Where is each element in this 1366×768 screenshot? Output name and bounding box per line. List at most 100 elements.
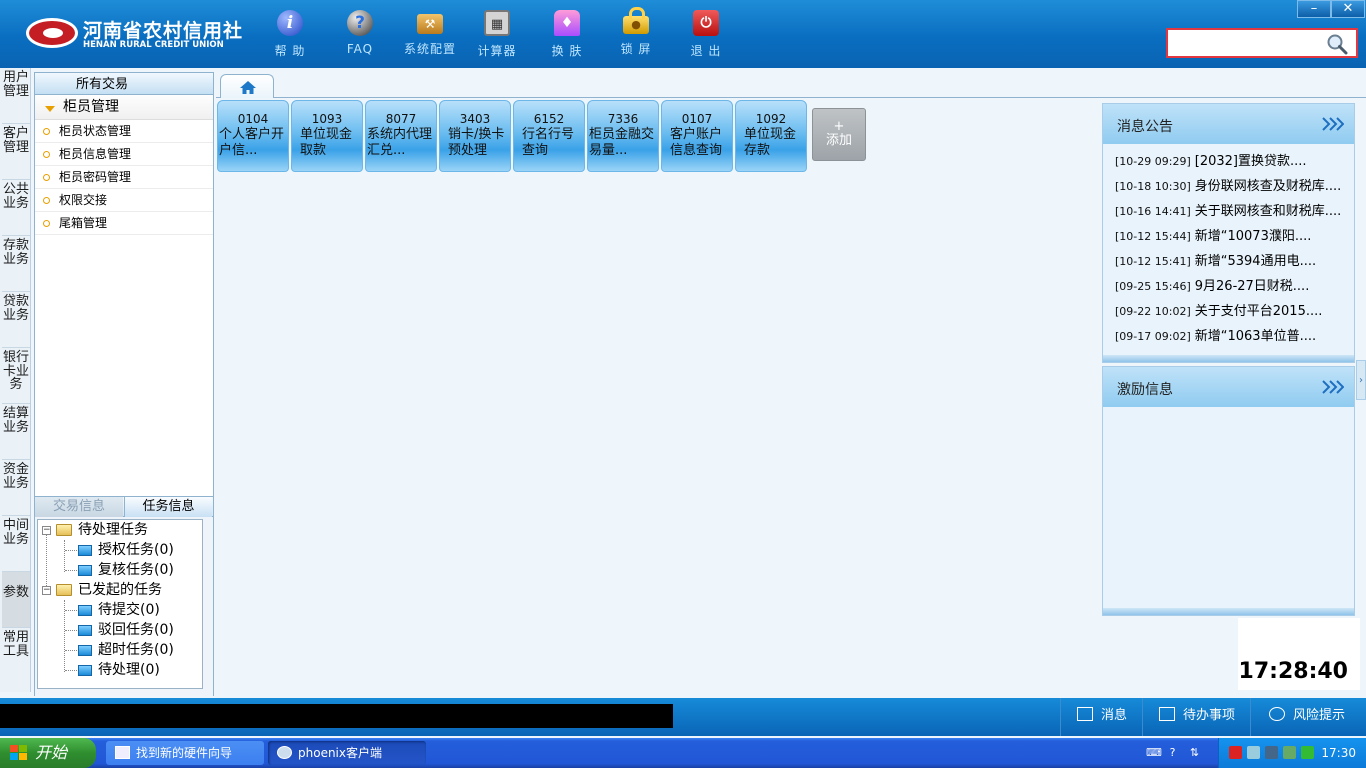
vnav-label: 公共业务 bbox=[2, 182, 29, 211]
vertical-category-nav: 用户管理 客户管理 公共业务 存款业务 贷款业务 银行卡业务 结算业务 资金业务… bbox=[0, 68, 31, 692]
system-config-label: 系统配置 bbox=[403, 42, 456, 56]
tree-node-initiated-tasks[interactable]: 已发起的任务 bbox=[78, 580, 162, 600]
messages-button[interactable]: 消息 bbox=[1060, 698, 1142, 736]
news-panel-title: 消息公告 bbox=[1117, 119, 1173, 135]
change-skin-button[interactable]: ♦ 换 肤 bbox=[535, 8, 599, 60]
news-time: [10-18 10:30] bbox=[1115, 180, 1191, 193]
tile-0104[interactable]: 0104 个人客户开户信... bbox=[217, 100, 289, 172]
system-config-button[interactable]: ⚒ 系统配置 bbox=[398, 8, 462, 60]
status-message-area bbox=[0, 704, 673, 728]
vnav-label: 资金业务 bbox=[2, 462, 29, 491]
taskbar-item-hardware-wizard[interactable]: 找到新的硬件向导 bbox=[106, 741, 264, 765]
lock-screen-label: 锁 屏 bbox=[620, 42, 652, 56]
tab-transaction-info[interactable]: 交易信息 bbox=[35, 497, 123, 517]
tile-8077[interactable]: 8077 系统内代理汇兑... bbox=[365, 100, 437, 172]
help-button[interactable]: i 帮 助 bbox=[258, 8, 322, 60]
search-input[interactable] bbox=[1170, 32, 1320, 54]
menu-item-permission-handover[interactable]: 权限交接 bbox=[35, 189, 213, 212]
home-icon bbox=[240, 81, 256, 94]
news-text: 新增“1063单位普.... bbox=[1194, 329, 1317, 344]
workspace-tab-strip bbox=[216, 72, 1366, 98]
app-tray-icon[interactable] bbox=[1301, 746, 1314, 759]
tab-home[interactable] bbox=[220, 74, 274, 98]
news-item[interactable]: [09-25 15:46] 9月26-27日财税.... bbox=[1103, 274, 1354, 299]
calculator-button[interactable]: ▦ 计算器 bbox=[465, 8, 529, 60]
news-time: [09-25 15:46] bbox=[1115, 280, 1191, 293]
news-item[interactable]: [10-29 09:29] [2032]置换贷款.... bbox=[1103, 149, 1354, 174]
vnav-user-management[interactable]: 用户管理 bbox=[2, 68, 30, 124]
network-tray-icon[interactable] bbox=[1247, 746, 1260, 759]
vnav-settlement-business[interactable]: 结算业务 bbox=[2, 404, 30, 460]
collapse-toggle-icon[interactable]: − bbox=[42, 586, 51, 595]
status-bar: 消息 待办事项 风险提示 bbox=[0, 698, 1366, 736]
minimize-button[interactable]: – bbox=[1297, 0, 1331, 18]
tree-node-rejected-tasks[interactable]: 驳回任务(0) bbox=[98, 620, 174, 640]
start-button[interactable]: 开始 bbox=[0, 738, 96, 768]
vnav-fund-business[interactable]: 资金业务 bbox=[2, 460, 30, 516]
add-tile-button[interactable]: + 添加 bbox=[812, 108, 866, 161]
tree-node-authorization-tasks[interactable]: 授权任务(0) bbox=[98, 540, 174, 560]
tree-node-to-process[interactable]: 待处理(0) bbox=[98, 660, 160, 680]
tile-7336[interactable]: 7336 柜员金融交易量... bbox=[587, 100, 659, 172]
vnav-public-business[interactable]: 公共业务 bbox=[2, 180, 30, 236]
tree-line bbox=[46, 534, 47, 590]
tree-node-pending-tasks[interactable]: 待处理任务 bbox=[78, 520, 148, 540]
tile-code: 1093 bbox=[311, 112, 343, 126]
display-tray-icon[interactable] bbox=[1265, 746, 1278, 759]
all-transactions-tab[interactable]: 所有交易 bbox=[37, 75, 167, 95]
keyboard-icon[interactable]: ⌨ bbox=[1146, 746, 1162, 759]
teller-management-title: 柜员管理 bbox=[63, 99, 119, 115]
news-item[interactable]: [10-12 15:44] 新增“10073濮阳.... bbox=[1103, 224, 1354, 249]
tile-1093[interactable]: 1093 单位现金取款 bbox=[291, 100, 363, 172]
exit-power-icon: ⏻ bbox=[693, 10, 719, 36]
help-tray-icon[interactable]: ? bbox=[1166, 746, 1179, 759]
double-chevron-right-icon[interactable] bbox=[1322, 379, 1344, 395]
antivirus-tray-icon[interactable] bbox=[1229, 746, 1242, 759]
tree-node-to-submit[interactable]: 待提交(0) bbox=[98, 600, 160, 620]
teller-management-group[interactable]: 柜员管理 bbox=[35, 95, 213, 120]
double-chevron-right-icon[interactable] bbox=[1322, 116, 1344, 132]
news-item[interactable]: [09-17 09:02] 新增“1063单位普.... bbox=[1103, 324, 1354, 349]
vnav-deposit-business[interactable]: 存款业务 bbox=[2, 236, 30, 292]
menu-item-teller-info[interactable]: 柜员信息管理 bbox=[35, 143, 213, 166]
shield-tray-icon[interactable] bbox=[1283, 746, 1296, 759]
news-item[interactable]: [10-16 14:41] 关于联网核查和财税库.... bbox=[1103, 199, 1354, 224]
news-item[interactable]: [10-12 15:41] 新增“5394通用电.... bbox=[1103, 249, 1354, 274]
tile-3403[interactable]: 3403 销卡/换卡预处理 bbox=[439, 100, 511, 172]
exit-button[interactable]: ⏻ 退 出 bbox=[674, 8, 738, 60]
vnav-common-tools[interactable]: 常用工具 bbox=[2, 628, 30, 688]
vnav-loan-business[interactable]: 贷款业务 bbox=[2, 292, 30, 348]
tree-node-review-tasks[interactable]: 复核任务(0) bbox=[98, 560, 174, 580]
task-folder-icon bbox=[78, 625, 92, 636]
tile-name: 单位现金存款 bbox=[744, 127, 797, 158]
taskbar-item-phoenix-client[interactable]: phoenix客户端 bbox=[268, 741, 426, 765]
news-item[interactable]: [09-22 10:02] 关于支付平台2015.... bbox=[1103, 299, 1354, 324]
lock-screen-button[interactable]: ● 锁 屏 bbox=[604, 7, 668, 60]
vnav-bank-card-business[interactable]: 银行卡业务 bbox=[2, 348, 30, 404]
vnav-intermediary-business[interactable]: 中间业务 bbox=[2, 516, 30, 572]
tile-6152[interactable]: 6152 行名行号查询 bbox=[513, 100, 585, 172]
close-button[interactable]: ✕ bbox=[1331, 0, 1365, 18]
input-method-icon[interactable]: ⇅ bbox=[1188, 746, 1201, 759]
menu-item-teller-password[interactable]: 柜员密码管理 bbox=[35, 166, 213, 189]
tile-0107[interactable]: 0107 客户账户信息查询 bbox=[661, 100, 733, 172]
news-item[interactable]: [10-18 10:30] 身份联网核查及财税库.... bbox=[1103, 174, 1354, 199]
collapse-toggle-icon[interactable]: − bbox=[42, 526, 51, 535]
search-icon[interactable] bbox=[1326, 33, 1348, 55]
menu-item-teller-status[interactable]: 柜员状态管理 bbox=[35, 120, 213, 143]
collapse-right-panel-arrow-icon[interactable]: › bbox=[1356, 360, 1366, 400]
tab-task-info[interactable]: 任务信息 bbox=[124, 497, 212, 517]
faq-button[interactable]: ? FAQ bbox=[328, 8, 392, 60]
logo-english-name: HENAN RURAL CREDIT UNION bbox=[83, 40, 224, 50]
calculator-icon: ▦ bbox=[484, 10, 510, 36]
tree-node-timeout-tasks[interactable]: 超时任务(0) bbox=[98, 640, 174, 660]
risk-alert-button[interactable]: 风险提示 bbox=[1250, 698, 1366, 736]
news-time: [10-29 09:29] bbox=[1115, 155, 1191, 168]
vnav-customer-management[interactable]: 客户管理 bbox=[2, 124, 30, 180]
vnav-parameters[interactable]: 参数 bbox=[2, 572, 30, 628]
tile-1092[interactable]: 1092 单位现金存款 bbox=[735, 100, 807, 172]
exit-label: 退 出 bbox=[690, 44, 722, 58]
todo-button[interactable]: 待办事项 bbox=[1142, 698, 1246, 736]
menu-item-tail-box[interactable]: 尾箱管理 bbox=[35, 212, 213, 235]
search-box bbox=[1166, 28, 1358, 58]
